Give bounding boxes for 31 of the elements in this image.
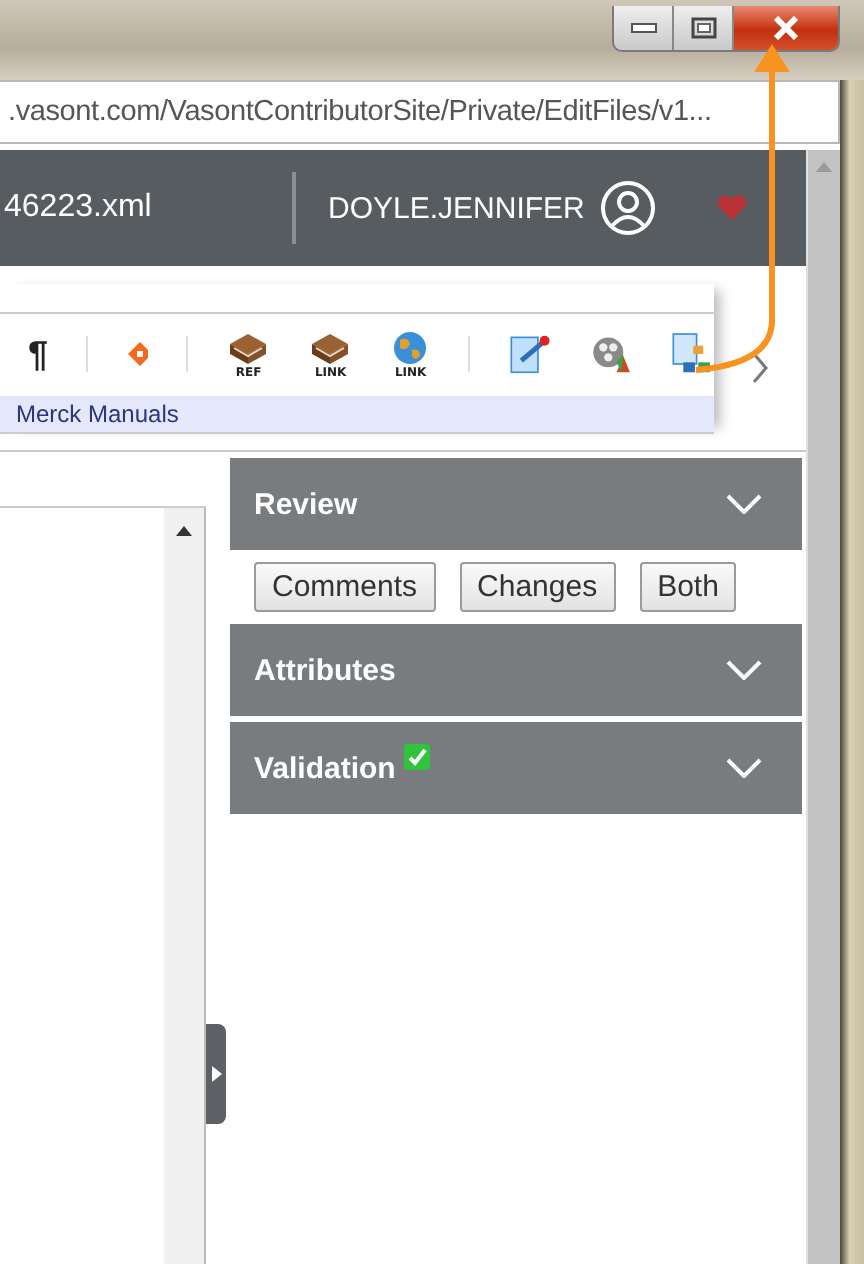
close-icon [772, 16, 800, 40]
address-bar[interactable]: .vasont.com/VasontContributorSite/Private/EditFiles/v1... [0, 80, 840, 144]
review-button[interactable]: Changes [459, 562, 616, 612]
strip-label: Merck Manuals [16, 399, 179, 427]
review-button[interactable]: Both [639, 562, 737, 612]
triangle-right-icon [211, 1066, 221, 1082]
diamond-icon[interactable] [125, 340, 149, 368]
accordion-header[interactable]: Attributes [230, 624, 803, 716]
section-title: Attributes [254, 653, 396, 687]
file-name: 46223.xml [4, 190, 154, 226]
page-scrollbar[interactable] [806, 150, 840, 1264]
user-name[interactable]: DOYLE.JENNIFER [328, 191, 585, 225]
chevron-down-icon[interactable] [726, 758, 763, 778]
scroll-up-icon[interactable] [176, 526, 192, 536]
chevron-down-icon[interactable] [726, 660, 763, 680]
chevron-down-icon[interactable] [726, 494, 763, 514]
user-icon[interactable] [600, 180, 657, 236]
chevron-right-icon[interactable] [750, 350, 770, 386]
section-title: Review [254, 487, 358, 521]
panel-toggle-tab[interactable] [206, 1024, 226, 1124]
paragraph-button[interactable]: ¶ [28, 333, 49, 375]
maximize-icon [689, 16, 717, 40]
minimize-button[interactable] [614, 6, 674, 50]
section-title: Validation [254, 751, 396, 785]
maximize-button[interactable] [674, 6, 734, 50]
review-button[interactable]: Comments [254, 562, 436, 612]
close-button[interactable] [734, 6, 838, 50]
accordion-header[interactable]: Validation [230, 722, 803, 814]
accordion-header[interactable]: Review [230, 458, 803, 550]
editor-scrollbar[interactable] [164, 508, 206, 1264]
minimize-icon [629, 22, 657, 34]
